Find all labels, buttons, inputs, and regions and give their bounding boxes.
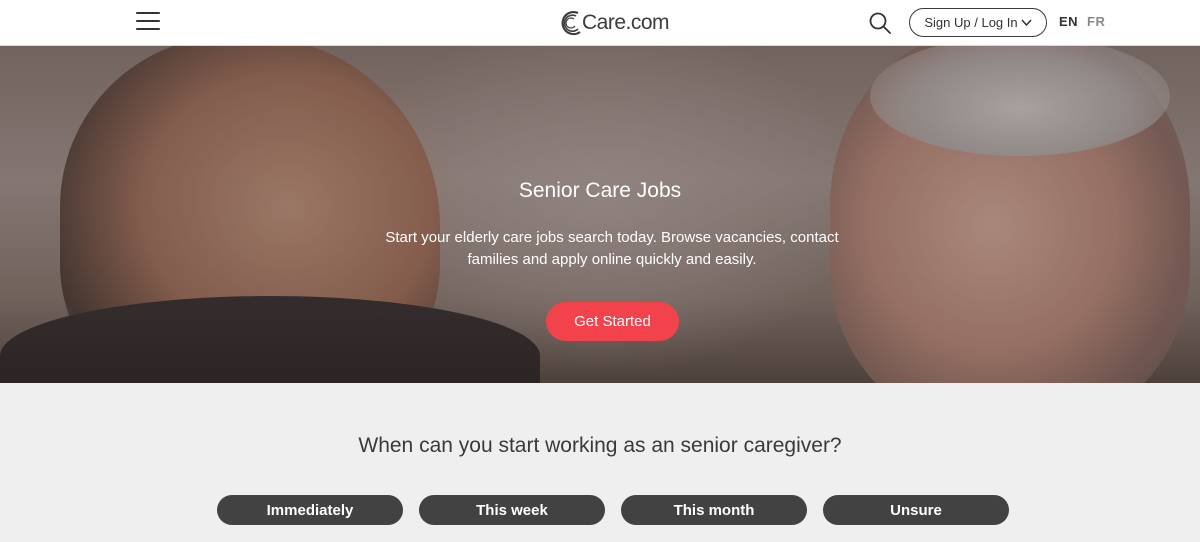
availability-options: Immediately This week This month Unsure <box>217 495 1009 525</box>
availability-question: When can you start working as an senior … <box>358 434 842 457</box>
hero-content: Senior Care Jobs Start your elderly care… <box>0 46 1200 383</box>
top-navigation-bar: Care.com Sign Up / Log In EN FR <box>0 0 1200 46</box>
option-immediately-button[interactable]: Immediately <box>217 495 403 525</box>
sign-up-log-in-label: Sign Up / Log In <box>924 15 1018 30</box>
option-this-week-button[interactable]: This week <box>419 495 605 525</box>
chevron-down-icon <box>1021 19 1032 27</box>
hero-title: Senior Care Jobs <box>518 179 682 202</box>
option-unsure-button[interactable]: Unsure <box>823 495 1009 525</box>
get-started-button[interactable]: Get Started <box>546 302 679 341</box>
logo-text: Care.com <box>582 11 670 34</box>
care-com-logo[interactable]: Care.com <box>556 6 670 40</box>
hamburger-menu-icon[interactable] <box>136 12 160 32</box>
option-this-month-button[interactable]: This month <box>621 495 807 525</box>
hero-subtitle: Start your elderly care jobs search toda… <box>385 229 839 268</box>
hero-banner: Senior Care Jobs Start your elderly care… <box>0 46 1200 383</box>
sign-up-log-in-button[interactable]: Sign Up / Log In <box>909 8 1047 37</box>
language-en-link[interactable]: EN <box>1059 14 1078 29</box>
search-icon[interactable] <box>868 11 892 35</box>
language-fr-link[interactable]: FR <box>1087 14 1105 29</box>
